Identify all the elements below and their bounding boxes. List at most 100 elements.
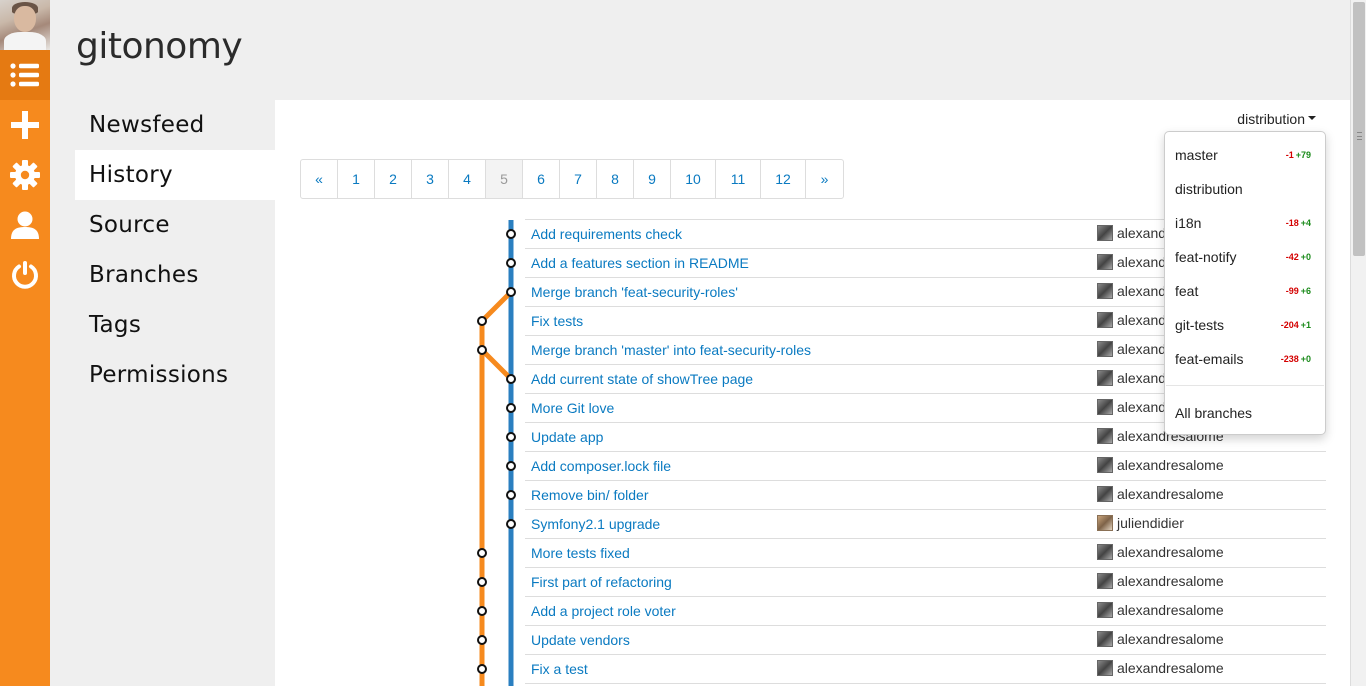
- commit-row: Add composer.lock file alexandresalome: [525, 452, 1326, 481]
- caret-down-icon: [1308, 116, 1316, 121]
- commit-row: Update vendors alexandresalome: [525, 626, 1326, 655]
- commit-graph: [477, 220, 516, 686]
- author-avatar: [1097, 312, 1113, 328]
- nav-item-tags[interactable]: Tags: [75, 300, 275, 350]
- gear-icon: [10, 160, 40, 190]
- commit-author: alexandresalome: [1097, 660, 1224, 676]
- branch-option-i18n[interactable]: i18n -18 +4: [1165, 206, 1325, 240]
- pagination-prev[interactable]: «: [301, 160, 338, 198]
- pagination-page[interactable]: 6: [523, 160, 560, 198]
- commit-message-link[interactable]: Add composer.lock file: [531, 458, 671, 474]
- commit-message-link[interactable]: More Git love: [531, 400, 614, 416]
- commit-node: [506, 374, 516, 384]
- commit-message-link[interactable]: Add a features section in README: [531, 255, 749, 271]
- commit-row: Fix a test alexandresalome: [525, 655, 1326, 684]
- pagination-next[interactable]: »: [806, 160, 843, 198]
- nav-item-permissions[interactable]: Permissions: [75, 350, 275, 400]
- app-logo[interactable]: gitonomy: [76, 26, 243, 67]
- pagination-page[interactable]: 12: [761, 160, 806, 198]
- branch-option-feat-emails[interactable]: feat-emails -238 +0: [1165, 342, 1325, 376]
- commit-node: [506, 432, 516, 442]
- author-avatar: [1097, 341, 1113, 357]
- branch-option-master[interactable]: master -1 +79: [1165, 138, 1325, 172]
- commit-row: First part of refactoring alexandresalome: [525, 568, 1326, 597]
- commit-message-link[interactable]: Add current state of showTree page: [531, 371, 753, 387]
- commit-author: alexandresalome: [1097, 486, 1224, 502]
- create-button[interactable]: [0, 100, 50, 150]
- commit-message-link[interactable]: Update app: [531, 429, 603, 445]
- user-avatar[interactable]: [0, 0, 50, 50]
- pagination-page[interactable]: 11: [716, 160, 761, 198]
- commit-message-link[interactable]: First part of refactoring: [531, 574, 672, 590]
- app-sidebar: [0, 0, 50, 686]
- commit-node: [506, 229, 516, 239]
- branch-name: i18n: [1175, 215, 1202, 231]
- commit-message-link[interactable]: Remove bin/ folder: [531, 487, 649, 503]
- pagination-page[interactable]: 9: [634, 160, 671, 198]
- commit-author: alexandresalome: [1097, 457, 1224, 473]
- author-name: alexand: [1117, 370, 1167, 386]
- settings-button[interactable]: [0, 150, 50, 200]
- commit-node: [506, 490, 516, 500]
- scrollbar-thumb[interactable]: [1353, 2, 1365, 256]
- author-name: alexand: [1117, 341, 1167, 357]
- nav-item-newsfeed[interactable]: Newsfeed: [75, 100, 275, 150]
- commit-message-link[interactable]: Update vendors: [531, 632, 630, 648]
- commit-message-link[interactable]: Merge branch 'master' into feat-security…: [531, 342, 811, 358]
- pagination-page[interactable]: 7: [560, 160, 597, 198]
- commit-row: Symfony2.1 upgrade juliendidier: [525, 510, 1326, 539]
- logout-button[interactable]: [0, 250, 50, 300]
- power-icon: [12, 261, 38, 289]
- page-scrollbar[interactable]: [1350, 0, 1366, 686]
- branch-name: feat-emails: [1175, 351, 1244, 367]
- branch-option-distribution[interactable]: distribution: [1165, 172, 1325, 206]
- branch-name: feat-notify: [1175, 249, 1237, 265]
- branch-option-feat-notify[interactable]: feat-notify -42 +0: [1165, 240, 1325, 274]
- commit-message-link[interactable]: Symfony2.1 upgrade: [531, 516, 660, 532]
- commit-node: [506, 403, 516, 413]
- commit-author: alexandresalome: [1097, 631, 1224, 647]
- profile-button[interactable]: [0, 200, 50, 250]
- commits-behind: -204: [1280, 320, 1299, 330]
- commit-message-link[interactable]: More tests fixed: [531, 545, 630, 561]
- commits-ahead: +0: [1300, 252, 1311, 262]
- branch-selector-toggle[interactable]: distribution: [1237, 111, 1316, 127]
- branch-option-git-tests[interactable]: git-tests -204 +1: [1165, 308, 1325, 342]
- commit-message-link[interactable]: Fix tests: [531, 313, 583, 329]
- pagination-page[interactable]: 4: [449, 160, 486, 198]
- author-name: alexandresalome: [1117, 631, 1224, 647]
- plus-icon: [11, 111, 39, 139]
- branch-diff: -99 +6: [1286, 274, 1311, 308]
- pagination-page[interactable]: 10: [671, 160, 716, 198]
- nav-item-source[interactable]: Source: [75, 200, 275, 250]
- author-avatar: [1097, 602, 1113, 618]
- all-branches-link[interactable]: All branches: [1165, 396, 1325, 430]
- commit-message-link[interactable]: Add requirements check: [531, 226, 682, 242]
- author-avatar: [1097, 254, 1113, 270]
- author-name: alexand: [1117, 225, 1167, 241]
- commit-author: alexand: [1097, 341, 1166, 357]
- branch-option-feat[interactable]: feat -99 +6: [1165, 274, 1325, 308]
- commits-behind: -18: [1285, 218, 1299, 228]
- pagination-page[interactable]: 2: [375, 160, 412, 198]
- nav-item-history[interactable]: History: [75, 150, 275, 200]
- commit-message-link[interactable]: Fix a test: [531, 661, 588, 677]
- commit-row: Add a project role voter alexandresalome: [525, 597, 1326, 626]
- pagination-page[interactable]: 8: [597, 160, 634, 198]
- menu-list-button[interactable]: [0, 50, 50, 100]
- author-avatar: [1097, 225, 1113, 241]
- author-name: alexand: [1117, 399, 1167, 415]
- nav-item-branches[interactable]: Branches: [75, 250, 275, 300]
- commit-author: alexandresalome: [1097, 544, 1224, 560]
- commit-node: [506, 461, 516, 471]
- branch-diff: -238 +0: [1281, 342, 1311, 376]
- author-avatar: [1097, 660, 1113, 676]
- pagination-page[interactable]: 1: [338, 160, 375, 198]
- pagination-page[interactable]: 3: [412, 160, 449, 198]
- author-name: juliendidier: [1117, 515, 1184, 531]
- commits-ahead: +4: [1300, 218, 1311, 228]
- branch-diff: -18 +4: [1286, 206, 1311, 240]
- commit-message-link[interactable]: Merge branch 'feat-security-roles': [531, 284, 738, 300]
- branch-diff: -1 +79: [1286, 138, 1311, 172]
- commit-message-link[interactable]: Add a project role voter: [531, 603, 676, 619]
